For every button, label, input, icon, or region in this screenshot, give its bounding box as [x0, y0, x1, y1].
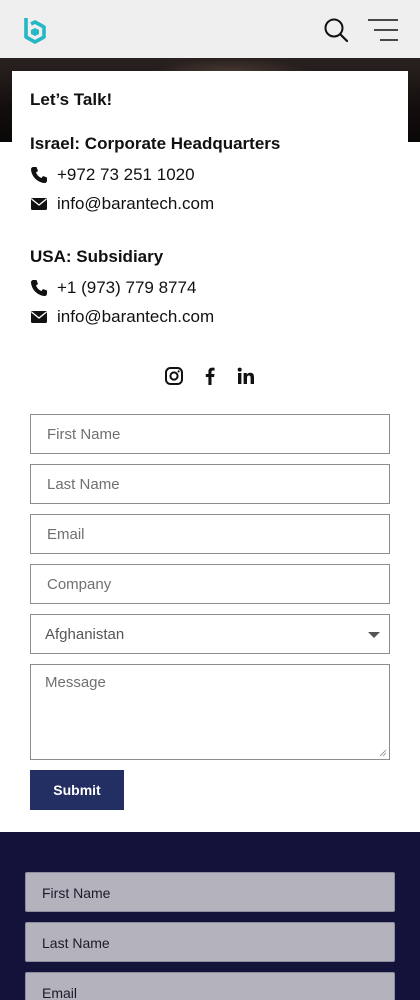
hamburger-menu-icon[interactable]	[368, 18, 398, 42]
social-links	[164, 366, 264, 386]
phone-number: +1 (973) 779 8774	[57, 278, 197, 297]
first-name-input[interactable]: First Name	[30, 414, 390, 454]
country-select[interactable]: Afghanistan	[30, 614, 390, 654]
chevron-down-icon	[368, 632, 380, 638]
footer-first-name-input[interactable]: First Name	[25, 872, 395, 912]
instagram-icon[interactable]	[164, 366, 184, 386]
email-address: info@barantech.com	[57, 307, 215, 326]
email-input[interactable]: Email	[30, 514, 390, 554]
company-placeholder: Company	[47, 576, 112, 593]
envelope-icon	[31, 311, 47, 323]
envelope-icon	[31, 198, 47, 210]
submit-button[interactable]: Submit	[30, 770, 124, 810]
phone-number: +972 73 251 1020	[57, 165, 195, 184]
resize-grip-icon[interactable]	[379, 749, 387, 757]
footer-email-placeholder: Email	[42, 985, 78, 1000]
phone-icon	[31, 280, 47, 296]
email-placeholder: Email	[47, 526, 85, 543]
footer-first-name-placeholder: First Name	[42, 885, 111, 901]
phone-row-israel[interactable]: +972 73 251 1020	[30, 163, 195, 187]
site-header	[0, 0, 420, 58]
email-row-usa[interactable]: info@barantech.com	[30, 305, 214, 329]
message-placeholder: Message	[45, 674, 106, 691]
phone-icon	[31, 167, 47, 183]
facebook-icon[interactable]	[200, 366, 220, 386]
first-name-placeholder: First Name	[47, 426, 121, 443]
footer-email-input[interactable]: Email	[25, 972, 395, 1000]
linkedin-icon[interactable]	[236, 366, 256, 386]
footer-last-name-placeholder: Last Name	[42, 935, 110, 951]
footer-last-name-input[interactable]: Last Name	[25, 922, 395, 962]
email-address: info@barantech.com	[57, 194, 215, 213]
company-input[interactable]: Company	[30, 564, 390, 604]
message-textarea[interactable]: Message	[30, 664, 390, 760]
email-row-israel[interactable]: info@barantech.com	[30, 192, 214, 216]
footer-section: First Name Last Name Email	[0, 832, 420, 1000]
search-icon[interactable]	[322, 16, 350, 44]
barantech-logo-icon[interactable]	[22, 16, 48, 44]
contact-heading: Let’s Talk!	[30, 90, 113, 109]
office-title-israel: Israel: Corporate Headquarters	[30, 134, 281, 153]
country-selected-value: Afghanistan	[45, 626, 125, 643]
office-title-usa: USA: Subsidiary	[30, 247, 164, 266]
phone-row-usa[interactable]: +1 (973) 779 8774	[30, 276, 196, 300]
last-name-placeholder: Last Name	[47, 476, 120, 493]
last-name-input[interactable]: Last Name	[30, 464, 390, 504]
